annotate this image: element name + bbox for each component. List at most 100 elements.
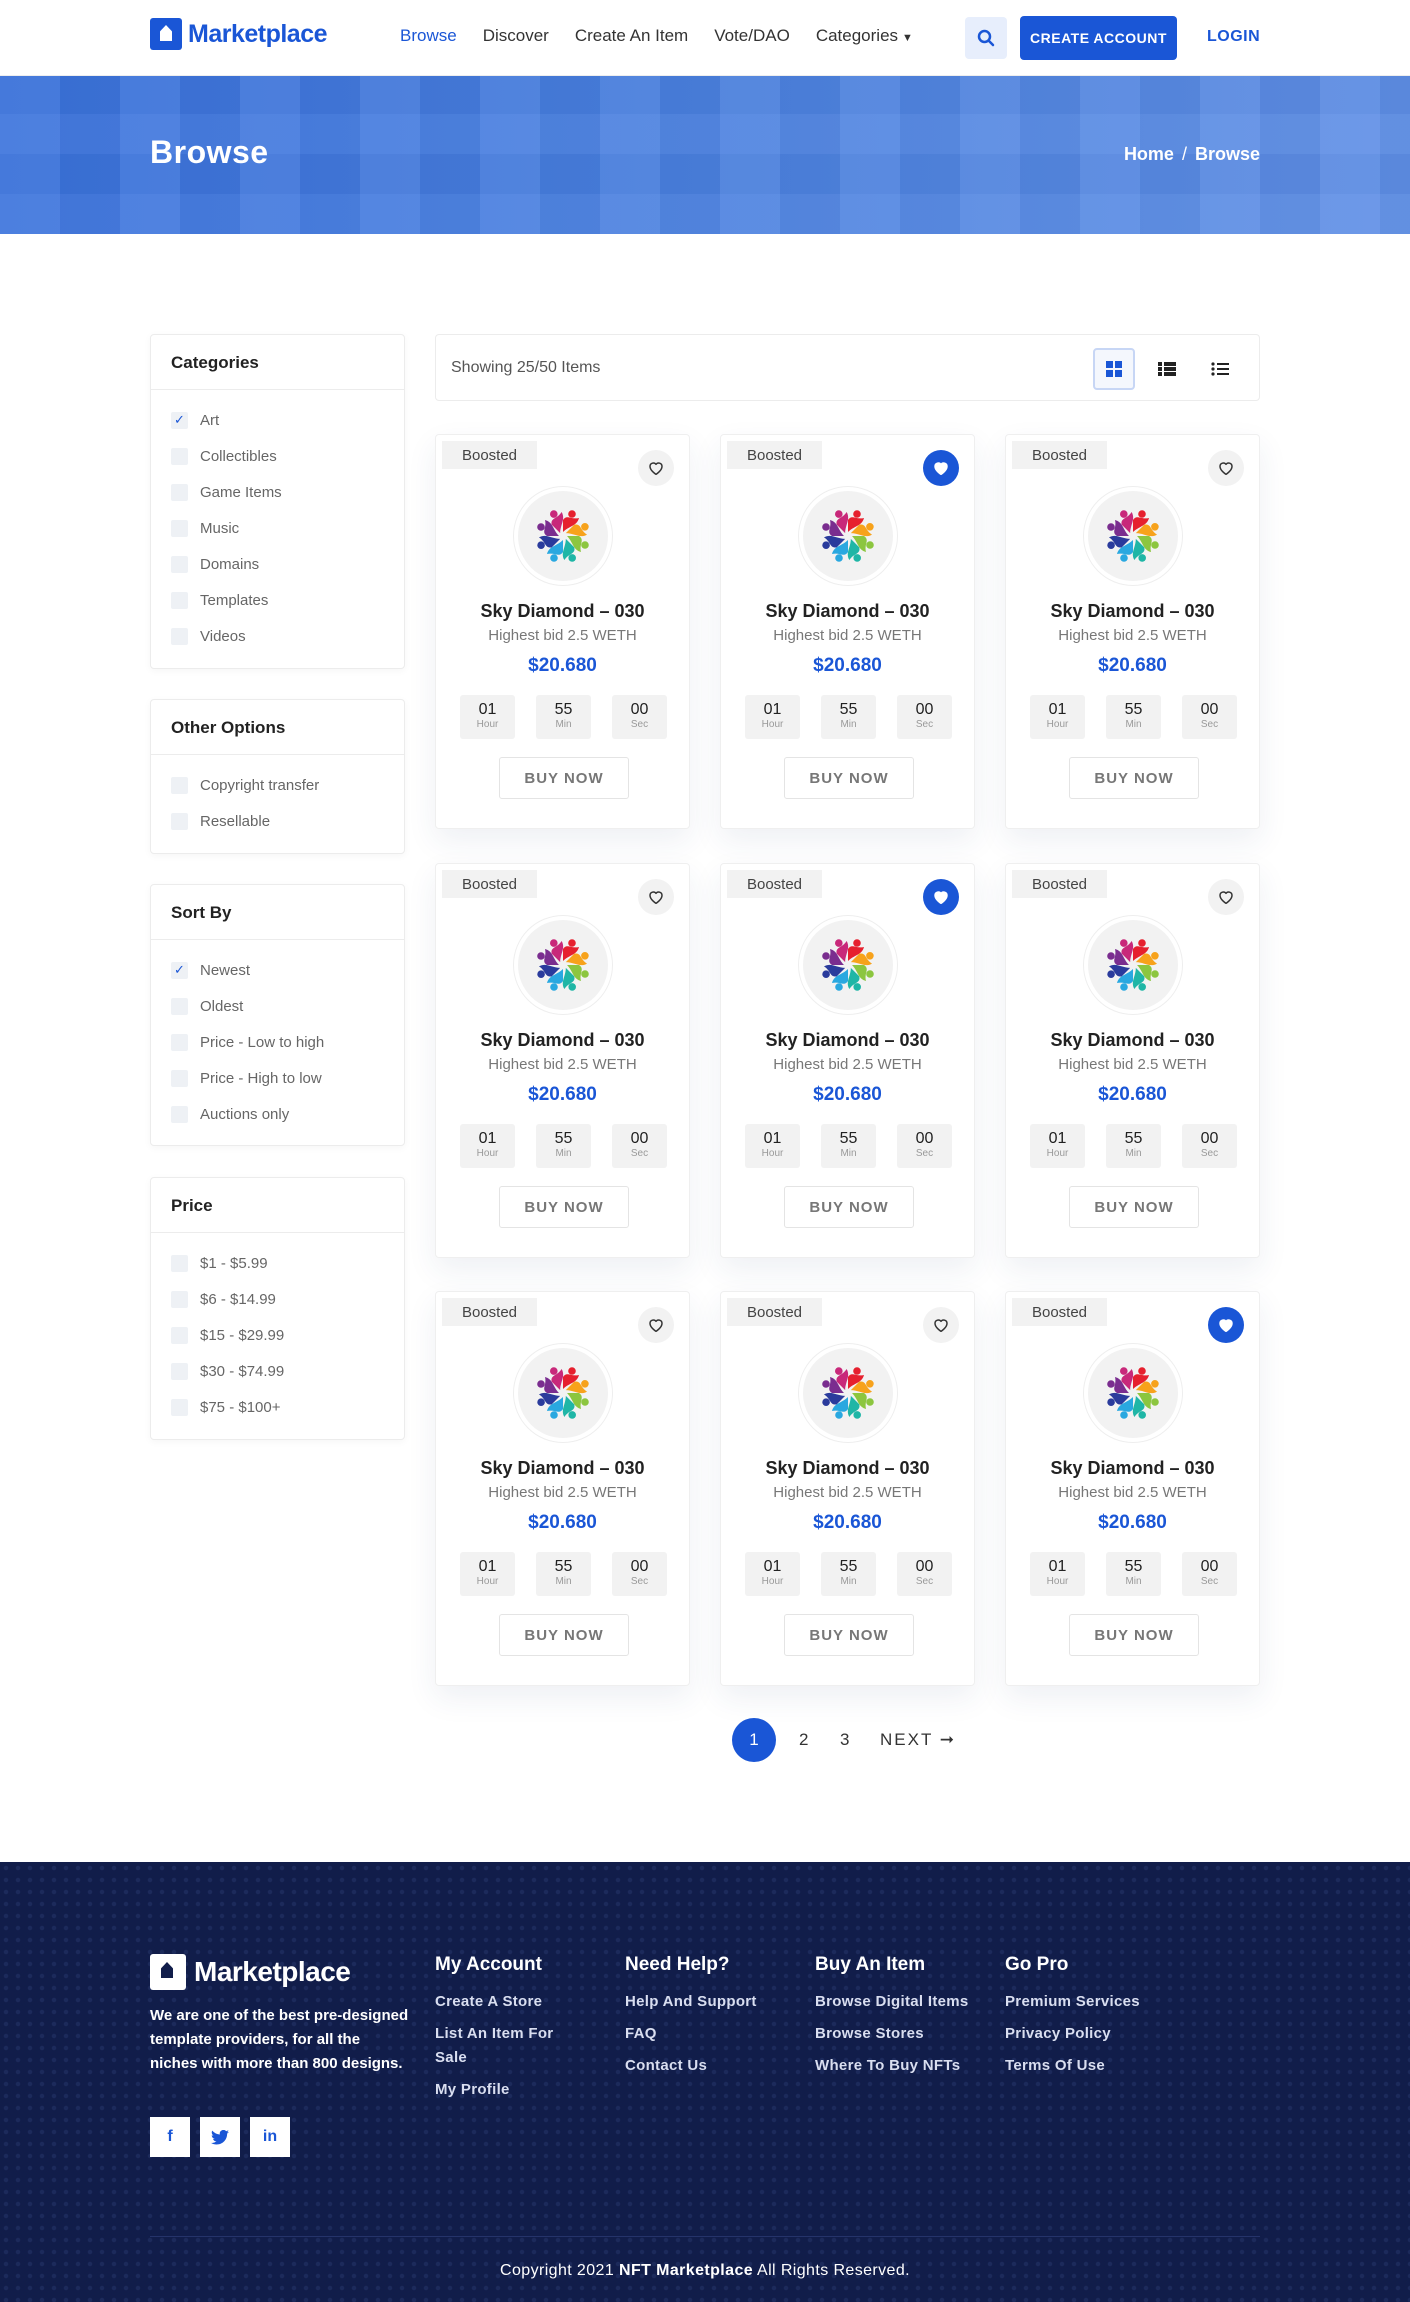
filter-option[interactable]: $30 - $74.99 — [171, 1353, 384, 1389]
buy-now-button[interactable]: BUY NOW — [1069, 1614, 1199, 1656]
item-name[interactable]: Sky Diamond – 030 — [1006, 1030, 1259, 1051]
product-card[interactable]: Boosted Sky Diamond – 030 Highest bid 2.… — [720, 434, 975, 829]
like-button[interactable] — [1208, 1307, 1244, 1343]
like-button[interactable] — [1208, 450, 1244, 486]
filter-option[interactable]: Price - High to low — [171, 1060, 384, 1096]
filter-option[interactable]: Game Items — [171, 474, 384, 510]
footer-link-browse-items[interactable]: Browse Digital Items — [815, 1990, 985, 2014]
footer-link-terms[interactable]: Terms Of Use — [1005, 2054, 1175, 2078]
checkbox[interactable] — [171, 1069, 188, 1087]
twitter-button[interactable] — [200, 2117, 240, 2157]
list-view-button[interactable] — [1199, 348, 1241, 390]
filter-option[interactable]: Copyright transfer — [171, 767, 384, 803]
checkbox[interactable] — [171, 1290, 188, 1308]
like-button[interactable] — [1208, 879, 1244, 915]
filter-option[interactable]: Oldest — [171, 988, 384, 1024]
checkbox[interactable] — [171, 627, 188, 645]
checkbox[interactable] — [171, 555, 188, 573]
checkbox-checked[interactable]: ✓ — [171, 411, 188, 429]
buy-now-button[interactable]: BUY NOW — [784, 757, 914, 799]
like-button[interactable] — [638, 450, 674, 486]
buy-now-button[interactable]: BUY NOW — [1069, 1186, 1199, 1228]
nav-create-item[interactable]: Create An Item — [575, 26, 688, 46]
footer-link-privacy[interactable]: Privacy Policy — [1005, 2022, 1175, 2046]
filter-option[interactable]: ✓ Newest — [171, 952, 384, 988]
product-card[interactable]: Boosted Sky Diamond – 030 Highest bid 2.… — [435, 863, 690, 1258]
product-card[interactable]: Boosted Sky Diamond – 030 Highest bid 2.… — [1005, 1291, 1260, 1686]
like-button[interactable] — [638, 1307, 674, 1343]
checkbox[interactable] — [171, 1254, 188, 1272]
like-button[interactable] — [638, 879, 674, 915]
product-card[interactable]: Boosted Sky Diamond – 030 Highest bid 2.… — [720, 863, 975, 1258]
item-name[interactable]: Sky Diamond – 030 — [721, 601, 974, 622]
filter-option[interactable]: ✓ Art — [171, 402, 384, 438]
login-link[interactable]: LOGIN — [1207, 28, 1260, 46]
item-name[interactable]: Sky Diamond – 030 — [721, 1458, 974, 1479]
filter-option[interactable]: Collectibles — [171, 438, 384, 474]
filter-option[interactable]: Auctions only — [171, 1096, 384, 1132]
filter-option[interactable]: Videos — [171, 618, 384, 654]
checkbox[interactable] — [171, 776, 188, 794]
footer-link-contact[interactable]: Contact Us — [625, 2054, 795, 2078]
filter-option[interactable]: Music — [171, 510, 384, 546]
footer-link-help-support[interactable]: Help And Support — [625, 1990, 795, 2014]
checkbox[interactable] — [171, 519, 188, 537]
nft-image[interactable] — [1084, 1344, 1182, 1442]
footer-logo[interactable]: Marketplace — [150, 1954, 351, 1990]
breadcrumb-home[interactable]: Home — [1124, 144, 1174, 164]
brand-logo[interactable]: Marketplace — [150, 18, 328, 50]
product-card[interactable]: Boosted Sky Diamond – 030 Highest bid 2.… — [1005, 434, 1260, 829]
item-name[interactable]: Sky Diamond – 030 — [436, 1458, 689, 1479]
checkbox[interactable] — [171, 447, 188, 465]
checkbox-checked[interactable]: ✓ — [171, 961, 188, 979]
buy-now-button[interactable]: BUY NOW — [1069, 757, 1199, 799]
item-name[interactable]: Sky Diamond – 030 — [721, 1030, 974, 1051]
footer-link-my-profile[interactable]: My Profile — [435, 2078, 585, 2102]
nav-browse[interactable]: Browse — [400, 26, 457, 46]
footer-link-where-buy[interactable]: Where To Buy NFTs — [815, 2054, 985, 2078]
filter-option[interactable]: $1 - $5.99 — [171, 1245, 384, 1281]
filter-option[interactable]: Resellable — [171, 803, 384, 839]
item-name[interactable]: Sky Diamond – 030 — [436, 1030, 689, 1051]
page-2-button[interactable]: 2 — [799, 1730, 808, 1750]
nft-image[interactable] — [514, 1344, 612, 1442]
item-name[interactable]: Sky Diamond – 030 — [1006, 601, 1259, 622]
footer-link-faq[interactable]: FAQ — [625, 2022, 795, 2046]
page-3-button[interactable]: 3 — [840, 1730, 849, 1750]
footer-link-browse-stores[interactable]: Browse Stores — [815, 2022, 985, 2046]
item-name[interactable]: Sky Diamond – 030 — [436, 601, 689, 622]
filter-option[interactable]: Price - Low to high — [171, 1024, 384, 1060]
nav-vote-dao[interactable]: Vote/DAO — [714, 26, 790, 46]
nft-image[interactable] — [799, 916, 897, 1014]
buy-now-button[interactable]: BUY NOW — [784, 1186, 914, 1228]
create-account-button[interactable]: CREATE ACCOUNT — [1020, 16, 1177, 60]
next-page-button[interactable]: NEXT ➞ — [880, 1730, 956, 1750]
buy-now-button[interactable]: BUY NOW — [499, 1186, 629, 1228]
checkbox[interactable] — [171, 591, 188, 609]
filter-option[interactable]: $6 - $14.99 — [171, 1281, 384, 1317]
checkbox[interactable] — [171, 812, 188, 830]
product-card[interactable]: Boosted Sky Diamond – 030 Highest bid 2.… — [720, 1291, 975, 1686]
checkbox[interactable] — [171, 483, 188, 501]
footer-link-premium[interactable]: Premium Services — [1005, 1990, 1175, 2014]
checkbox[interactable] — [171, 1033, 188, 1051]
product-card[interactable]: Boosted Sky Diamond – 030 Highest bid 2.… — [435, 434, 690, 829]
nft-image[interactable] — [799, 487, 897, 585]
product-card[interactable]: Boosted Sky Diamond – 030 Highest bid 2.… — [1005, 863, 1260, 1258]
footer-link-list-item[interactable]: List An Item For Sale — [435, 2022, 585, 2070]
buy-now-button[interactable]: BUY NOW — [784, 1614, 914, 1656]
buy-now-button[interactable]: BUY NOW — [499, 757, 629, 799]
search-button[interactable] — [965, 17, 1007, 59]
filter-option[interactable]: $15 - $29.99 — [171, 1317, 384, 1353]
grid-view-button[interactable] — [1093, 348, 1135, 390]
nft-image[interactable] — [799, 1344, 897, 1442]
nav-categories[interactable]: Categories ▼ — [816, 26, 913, 46]
facebook-button[interactable]: f — [150, 2117, 190, 2157]
checkbox[interactable] — [171, 1362, 188, 1380]
nft-image[interactable] — [1084, 916, 1182, 1014]
nft-image[interactable] — [514, 916, 612, 1014]
checkbox[interactable] — [171, 1326, 188, 1344]
filter-option[interactable]: Templates — [171, 582, 384, 618]
like-button[interactable] — [923, 450, 959, 486]
compact-list-view-button[interactable] — [1146, 348, 1188, 390]
